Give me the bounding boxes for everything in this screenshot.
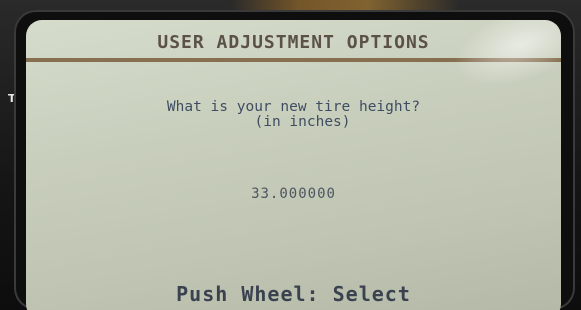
prompt-line-2: (in inches) [254, 114, 351, 130]
prompt-text: What is your new tire height? (in inches… [26, 100, 561, 130]
footer-hint: Push Wheel: Select [176, 282, 411, 306]
device-frame: T USER ADJUSTMENT OPTIONS What is your n… [0, 0, 581, 310]
header-divider [26, 58, 561, 62]
lcd-screen: USER ADJUSTMENT OPTIONS What is your new… [26, 20, 561, 310]
tire-height-value[interactable]: 33.000000 [26, 186, 561, 202]
screen-title: USER ADJUSTMENT OPTIONS [157, 31, 430, 53]
prompt-line-1: What is your new tire height? [166, 99, 421, 115]
